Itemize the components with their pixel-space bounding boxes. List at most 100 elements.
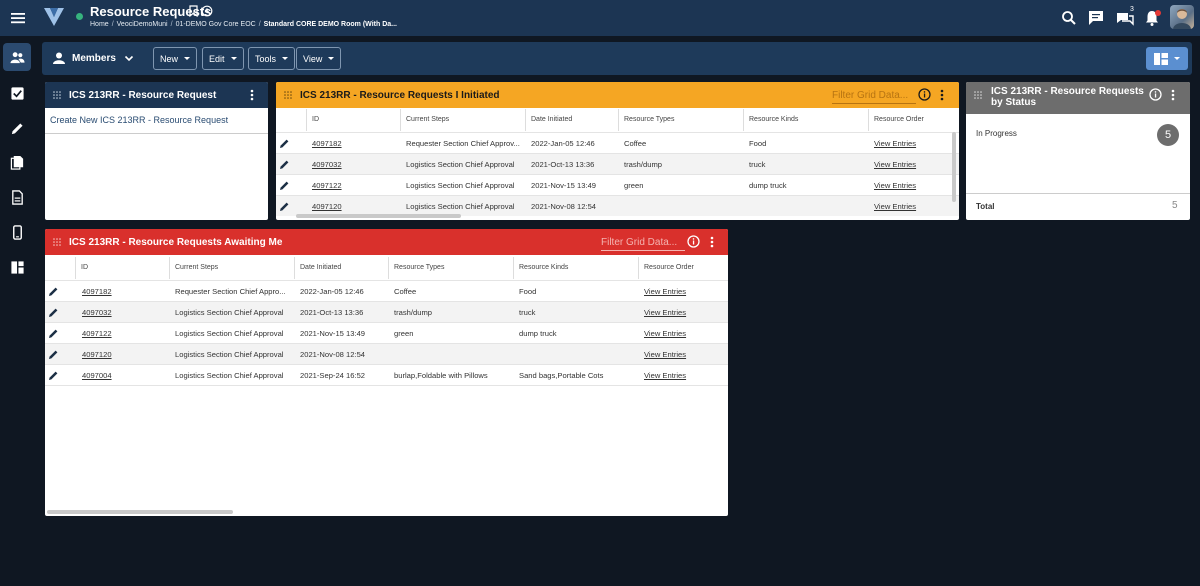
breadcrumb-item-group[interactable]: 01-DEMO Gov Core EOC: [176, 21, 256, 28]
table-row[interactable]: 4097032 Logistics Section Chief Approval 2…: [45, 301, 728, 322]
edit-pencil-icon[interactable]: [279, 201, 290, 212]
search-icon[interactable]: [1060, 9, 1078, 27]
sidebar-item-tasks[interactable]: [3, 79, 31, 107]
column-header-current-steps[interactable]: Current Steps: [169, 257, 218, 279]
edit-pencil-icon[interactable]: [48, 286, 59, 297]
status-count-badge[interactable]: 5: [1157, 124, 1179, 146]
horizontal-scrollbar[interactable]: [47, 510, 233, 514]
filter-grid-input[interactable]: Filter Grid Data...: [832, 90, 916, 104]
cell-resource-order[interactable]: View Entries: [644, 365, 714, 386]
cell-resource-order[interactable]: View Entries: [644, 281, 714, 302]
message-icon[interactable]: [1087, 9, 1105, 27]
edit-button[interactable]: Edit: [202, 47, 244, 70]
column-header-resource-order[interactable]: Resource Order: [868, 109, 924, 131]
cell-resource-order[interactable]: View Entries: [874, 154, 944, 175]
sidebar-item-members[interactable]: [3, 43, 31, 71]
cell-resource-order[interactable]: View Entries: [644, 302, 714, 323]
cell-id[interactable]: 4097004: [82, 365, 169, 386]
edit-pencil-icon[interactable]: [279, 138, 290, 149]
cell-resource-types: burlap,Foldable with Pillows: [394, 371, 488, 380]
more-options-icon[interactable]: [250, 89, 254, 101]
filter-grid-input[interactable]: Filter Grid Data...: [601, 237, 685, 251]
more-options-icon[interactable]: [710, 236, 714, 248]
breadcrumb-item-room[interactable]: Standard CORE DEMO Room (With Da...: [264, 21, 397, 28]
column-header-id[interactable]: ID: [306, 109, 319, 131]
breadcrumb-item-home[interactable]: Home: [90, 21, 109, 28]
panel-header: ICS 213RR - Resource Request: [45, 82, 268, 108]
create-request-link[interactable]: Create New ICS 213RR - Resource Request: [50, 115, 228, 125]
drag-handle-icon[interactable]: [53, 238, 61, 246]
cell-id[interactable]: 4097032: [82, 302, 169, 323]
horizontal-scrollbar[interactable]: [296, 214, 461, 218]
cell-id[interactable]: 4097182: [82, 281, 169, 302]
column-header-resource-order[interactable]: Resource Order: [638, 257, 694, 279]
column-header-resource-kinds[interactable]: Resource Kinds: [513, 257, 568, 279]
pencil-icon: [11, 122, 23, 134]
cell-id[interactable]: 4097182: [312, 133, 400, 154]
breadcrumb-item-org[interactable]: VeociDemoMuni: [117, 21, 168, 28]
drag-handle-icon[interactable]: [284, 91, 292, 99]
edit-pencil-icon[interactable]: [48, 328, 59, 339]
column-header-date-initiated[interactable]: Date Initiated: [525, 109, 572, 131]
table-row[interactable]: 4097032 Logistics Section Chief Approval 2…: [276, 153, 959, 174]
cell-id[interactable]: 4097120: [82, 344, 169, 365]
edit-pencil-icon[interactable]: [48, 307, 59, 318]
sidebar-item-mobile[interactable]: [3, 218, 31, 246]
table-row[interactable]: 4097122 Logistics Section Chief Approval 2…: [276, 174, 959, 195]
edit-pencil-icon[interactable]: [48, 370, 59, 381]
table-row[interactable]: 4097182 Requester Section Chief Appro... 2…: [45, 280, 728, 301]
vertical-scrollbar[interactable]: [952, 132, 956, 202]
new-button[interactable]: New: [153, 47, 198, 70]
info-icon[interactable]: [687, 235, 700, 248]
status-panel: ICS 213RR - Resource Requests by Status …: [966, 82, 1190, 220]
cell-resource-order[interactable]: View Entries: [874, 175, 944, 196]
info-icon[interactable]: [1149, 88, 1162, 101]
sidebar-item-dashboard[interactable]: [3, 253, 31, 281]
table-row[interactable]: 4097004 Logistics Section Chief Approval 2…: [45, 364, 728, 385]
drag-handle-icon[interactable]: [53, 91, 61, 99]
cell-resource-order[interactable]: View Entries: [644, 344, 714, 365]
column-header-resource-kinds[interactable]: Resource Kinds: [743, 109, 798, 131]
breadcrumb: Home / VeociDemoMuni/ 01-DEMO Gov Core EO…: [90, 21, 397, 28]
column-header-resource-types[interactable]: Resource Types: [618, 109, 674, 131]
table-row[interactable]: 4097120 Logistics Section Chief Approval 2…: [45, 343, 728, 364]
tools-button[interactable]: Tools: [248, 47, 296, 70]
layout-button[interactable]: [1146, 47, 1188, 70]
table-row[interactable]: 4097182 Requester Section Chief Approv...…: [276, 132, 959, 153]
cell-id[interactable]: 4097122: [312, 175, 400, 196]
column-header-current-steps[interactable]: Current Steps: [400, 109, 449, 131]
app-logo-icon[interactable]: [42, 5, 66, 29]
more-options-icon[interactable]: [940, 89, 944, 101]
sidebar-item-forms[interactable]: [3, 148, 31, 176]
sidebar-item-edit[interactable]: [3, 114, 31, 142]
table-row[interactable]: 4097122 Logistics Section Chief Approval 2…: [45, 322, 728, 343]
cell-resource-order[interactable]: View Entries: [644, 323, 714, 344]
cell-resource-order[interactable]: View Entries: [874, 196, 944, 217]
column-header-resource-types[interactable]: Resource Types: [388, 257, 444, 279]
panel-title-line2: by Status: [991, 97, 1037, 108]
avatar[interactable]: [1170, 5, 1194, 29]
members-label: Members: [72, 52, 116, 64]
edit-pencil-icon[interactable]: [279, 180, 290, 191]
table-row[interactable]: 4097120 Logistics Section Chief Approval 2…: [276, 195, 959, 216]
cell-id[interactable]: 4097032: [312, 154, 400, 175]
cell-resource-order[interactable]: View Entries: [874, 133, 944, 154]
drag-handle-icon[interactable]: [974, 91, 982, 99]
clock-icon[interactable]: [201, 5, 213, 17]
edit-pencil-icon[interactable]: [279, 159, 290, 170]
cell-resource-kinds: dump truck: [519, 329, 557, 338]
column-header-id[interactable]: ID: [75, 257, 88, 279]
bookmark-icon[interactable]: [188, 5, 199, 17]
column-header-date-initiated[interactable]: Date Initiated: [294, 257, 341, 279]
cell-id[interactable]: 4097122: [82, 323, 169, 344]
status-label-in-progress[interactable]: In Progress: [976, 129, 1017, 138]
cell-resource-types: green: [394, 329, 414, 338]
menu-icon[interactable]: [8, 8, 28, 28]
members-dropdown[interactable]: Members: [52, 51, 141, 65]
more-options-icon[interactable]: [1171, 89, 1175, 101]
info-icon[interactable]: [918, 88, 931, 101]
layout-grid-icon: [1154, 52, 1168, 65]
edit-pencil-icon[interactable]: [48, 349, 59, 360]
view-button[interactable]: View: [296, 47, 342, 70]
sidebar-item-documents[interactable]: [3, 183, 31, 211]
